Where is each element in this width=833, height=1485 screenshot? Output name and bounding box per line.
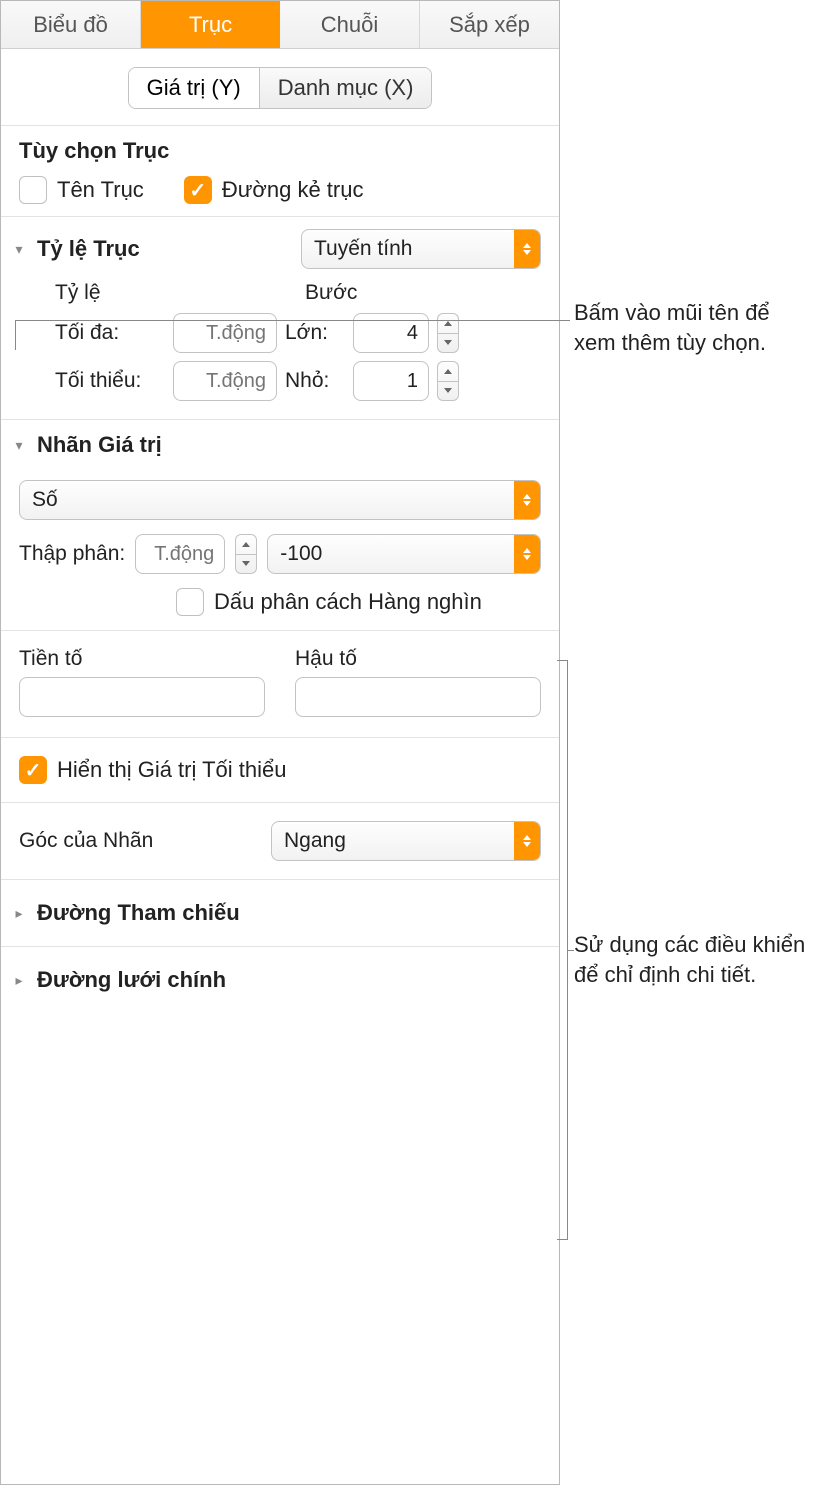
prefix-input[interactable] [19,677,265,717]
checkbox-axis-name[interactable] [19,176,47,204]
tab-axis[interactable]: Trục [141,1,280,48]
min-input[interactable] [173,361,277,401]
main-tabbar: Biểu đồ Trục Chuỗi Sắp xếp [1,1,559,49]
chevron-down-icon[interactable]: ▾ [11,437,27,453]
reference-lines-title[interactable]: Đường Tham chiếu [37,900,541,926]
label-thousands-separator: Dấu phân cách Hàng nghìn [214,589,482,615]
max-input[interactable] [173,313,277,353]
format-inspector-panel: Biểu đồ Trục Chuỗi Sắp xếp Giá trị (Y) D… [0,0,560,1485]
stepper-down-icon[interactable] [438,382,458,401]
checkbox-axis-line[interactable] [184,176,212,204]
major-stepper[interactable] [437,313,459,353]
axis-options-section: Tùy chọn Trục Tên Trục Đường kẻ trục [1,126,559,217]
tab-sort[interactable]: Sắp xếp [420,1,559,48]
chevron-right-icon[interactable]: ▸ [11,972,27,988]
axis-scale-title: Tỷ lệ Trục [37,236,291,262]
updown-icon [514,535,540,573]
stepper-down-icon[interactable] [438,334,458,353]
label-format-dropdown[interactable]: Số [19,480,541,520]
tab-chart[interactable]: Biểu đồ [1,1,141,48]
updown-icon [514,822,540,860]
annotation-arrow-tip: Bấm vào mũi tên để xem thêm tùy chọn. [574,298,814,357]
suffix-label: Hậu tố [295,647,541,671]
axis-scale-dropdown[interactable]: Tuyến tính [301,229,541,269]
checkbox-thousands-separator[interactable] [176,588,204,616]
decimals-label: Thập phân: [19,542,125,566]
tab-series[interactable]: Chuỗi [280,1,420,48]
prefix-label: Tiền tố [19,647,265,671]
scale-col-head: Tỷ lệ [55,281,305,305]
major-label: Lớn: [285,321,345,345]
axis-options-title: Tùy chọn Trục [19,138,541,164]
minor-label: Nhỏ: [285,369,345,393]
axis-selector-row: Giá trị (Y) Danh mục (X) [1,49,559,126]
label-angle-value: Ngang [284,829,346,853]
chevron-down-icon[interactable]: ▾ [11,241,27,257]
max-label: Tối đa: [55,321,165,345]
annotation-controls-tip: Sử dụng các điều khiển để chỉ định chi t… [574,930,814,989]
value-labels-section: ▾ Nhãn Giá trị Số Thập phân: -100 Dấu ph… [1,420,559,880]
negative-format-dropdown[interactable]: -100 [267,534,541,574]
min-label: Tối thiểu: [55,369,165,393]
seg-value-y[interactable]: Giá trị (Y) [129,68,259,108]
updown-icon [514,230,540,268]
suffix-input[interactable] [295,677,541,717]
chevron-right-icon[interactable]: ▸ [11,905,27,921]
minor-input[interactable] [353,361,429,401]
decimals-input[interactable] [135,534,225,574]
stepper-up-icon[interactable] [438,362,458,382]
main-gridlines-title[interactable]: Đường lưới chính [37,967,541,993]
label-angle-dropdown[interactable]: Ngang [271,821,541,861]
label-axis-line: Đường kẻ trục [222,177,364,203]
label-axis-name: Tên Trục [57,177,144,203]
label-angle-label: Góc của Nhãn [19,829,261,853]
stepper-down-icon[interactable] [236,555,256,574]
seg-category-x[interactable]: Danh mục (X) [259,68,432,108]
axis-scale-value: Tuyến tính [314,237,412,261]
label-format-value: Số [32,488,58,512]
stepper-up-icon[interactable] [236,535,256,555]
annotation-layer: Bấm vào mũi tên để xem thêm tùy chọn. Sử… [560,0,833,1485]
step-col-head: Bước [305,281,357,305]
updown-icon [514,481,540,519]
axis-segmented-control: Giá trị (Y) Danh mục (X) [128,67,433,109]
minor-stepper[interactable] [437,361,459,401]
major-input[interactable] [353,313,429,353]
axis-scale-section: ▾ Tỷ lệ Trục Tuyến tính Tỷ lệ Bước Tối đ… [1,217,559,420]
label-show-min-value: Hiển thị Giá trị Tối thiểu [57,757,286,783]
negative-format-value: -100 [280,542,322,566]
value-labels-title: Nhãn Giá trị [37,432,541,458]
decimals-stepper[interactable] [235,534,257,574]
stepper-up-icon[interactable] [438,314,458,334]
checkbox-show-min-value[interactable] [19,756,47,784]
